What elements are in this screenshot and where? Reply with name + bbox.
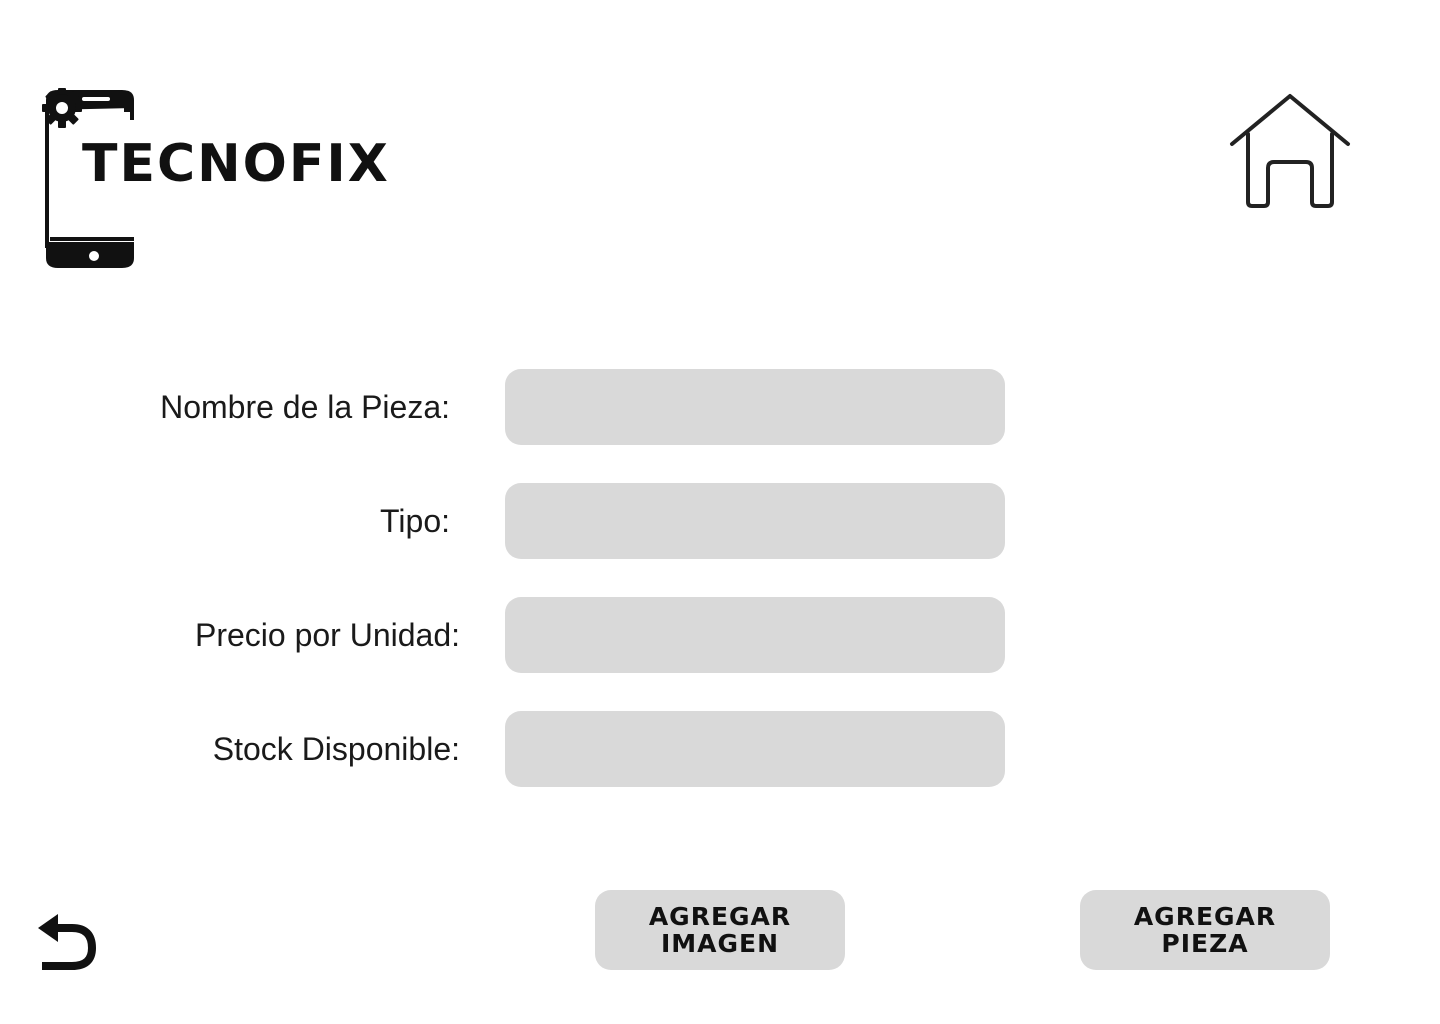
home-button[interactable] <box>1226 90 1354 212</box>
page: TECNOFIX Nombre de la Pieza: Tipo: Preci… <box>0 0 1440 1024</box>
form-row-tipo: Tipo: <box>0 483 1440 559</box>
field-label-stock: Stock Disponible: <box>212 731 460 767</box>
field-label-precio: Precio por Unidad: <box>194 617 460 653</box>
back-button[interactable] <box>36 912 100 974</box>
form-row-precio: Precio por Unidad: <box>0 597 1440 673</box>
tipo-input[interactable] <box>505 483 1005 559</box>
form-row-nombre: Nombre de la Pieza: <box>0 369 1440 445</box>
add-piece-button[interactable]: AGREGAR PIEZA <box>1080 890 1330 970</box>
brand-logo: TECNOFIX <box>40 86 420 272</box>
add-image-button[interactable]: AGREGAR IMAGEN <box>595 890 845 970</box>
precio-input[interactable] <box>505 597 1005 673</box>
form-row-stock: Stock Disponible: <box>0 711 1440 787</box>
brand-name: TECNOFIX <box>82 134 390 194</box>
nombre-input[interactable] <box>505 369 1005 445</box>
stock-input[interactable] <box>505 711 1005 787</box>
field-label-nombre: Nombre de la Pieza: <box>160 389 450 425</box>
field-label-tipo: Tipo: <box>380 503 450 539</box>
undo-arrow-icon <box>38 914 96 970</box>
gear-icon <box>42 88 82 128</box>
home-icon <box>1230 94 1350 208</box>
